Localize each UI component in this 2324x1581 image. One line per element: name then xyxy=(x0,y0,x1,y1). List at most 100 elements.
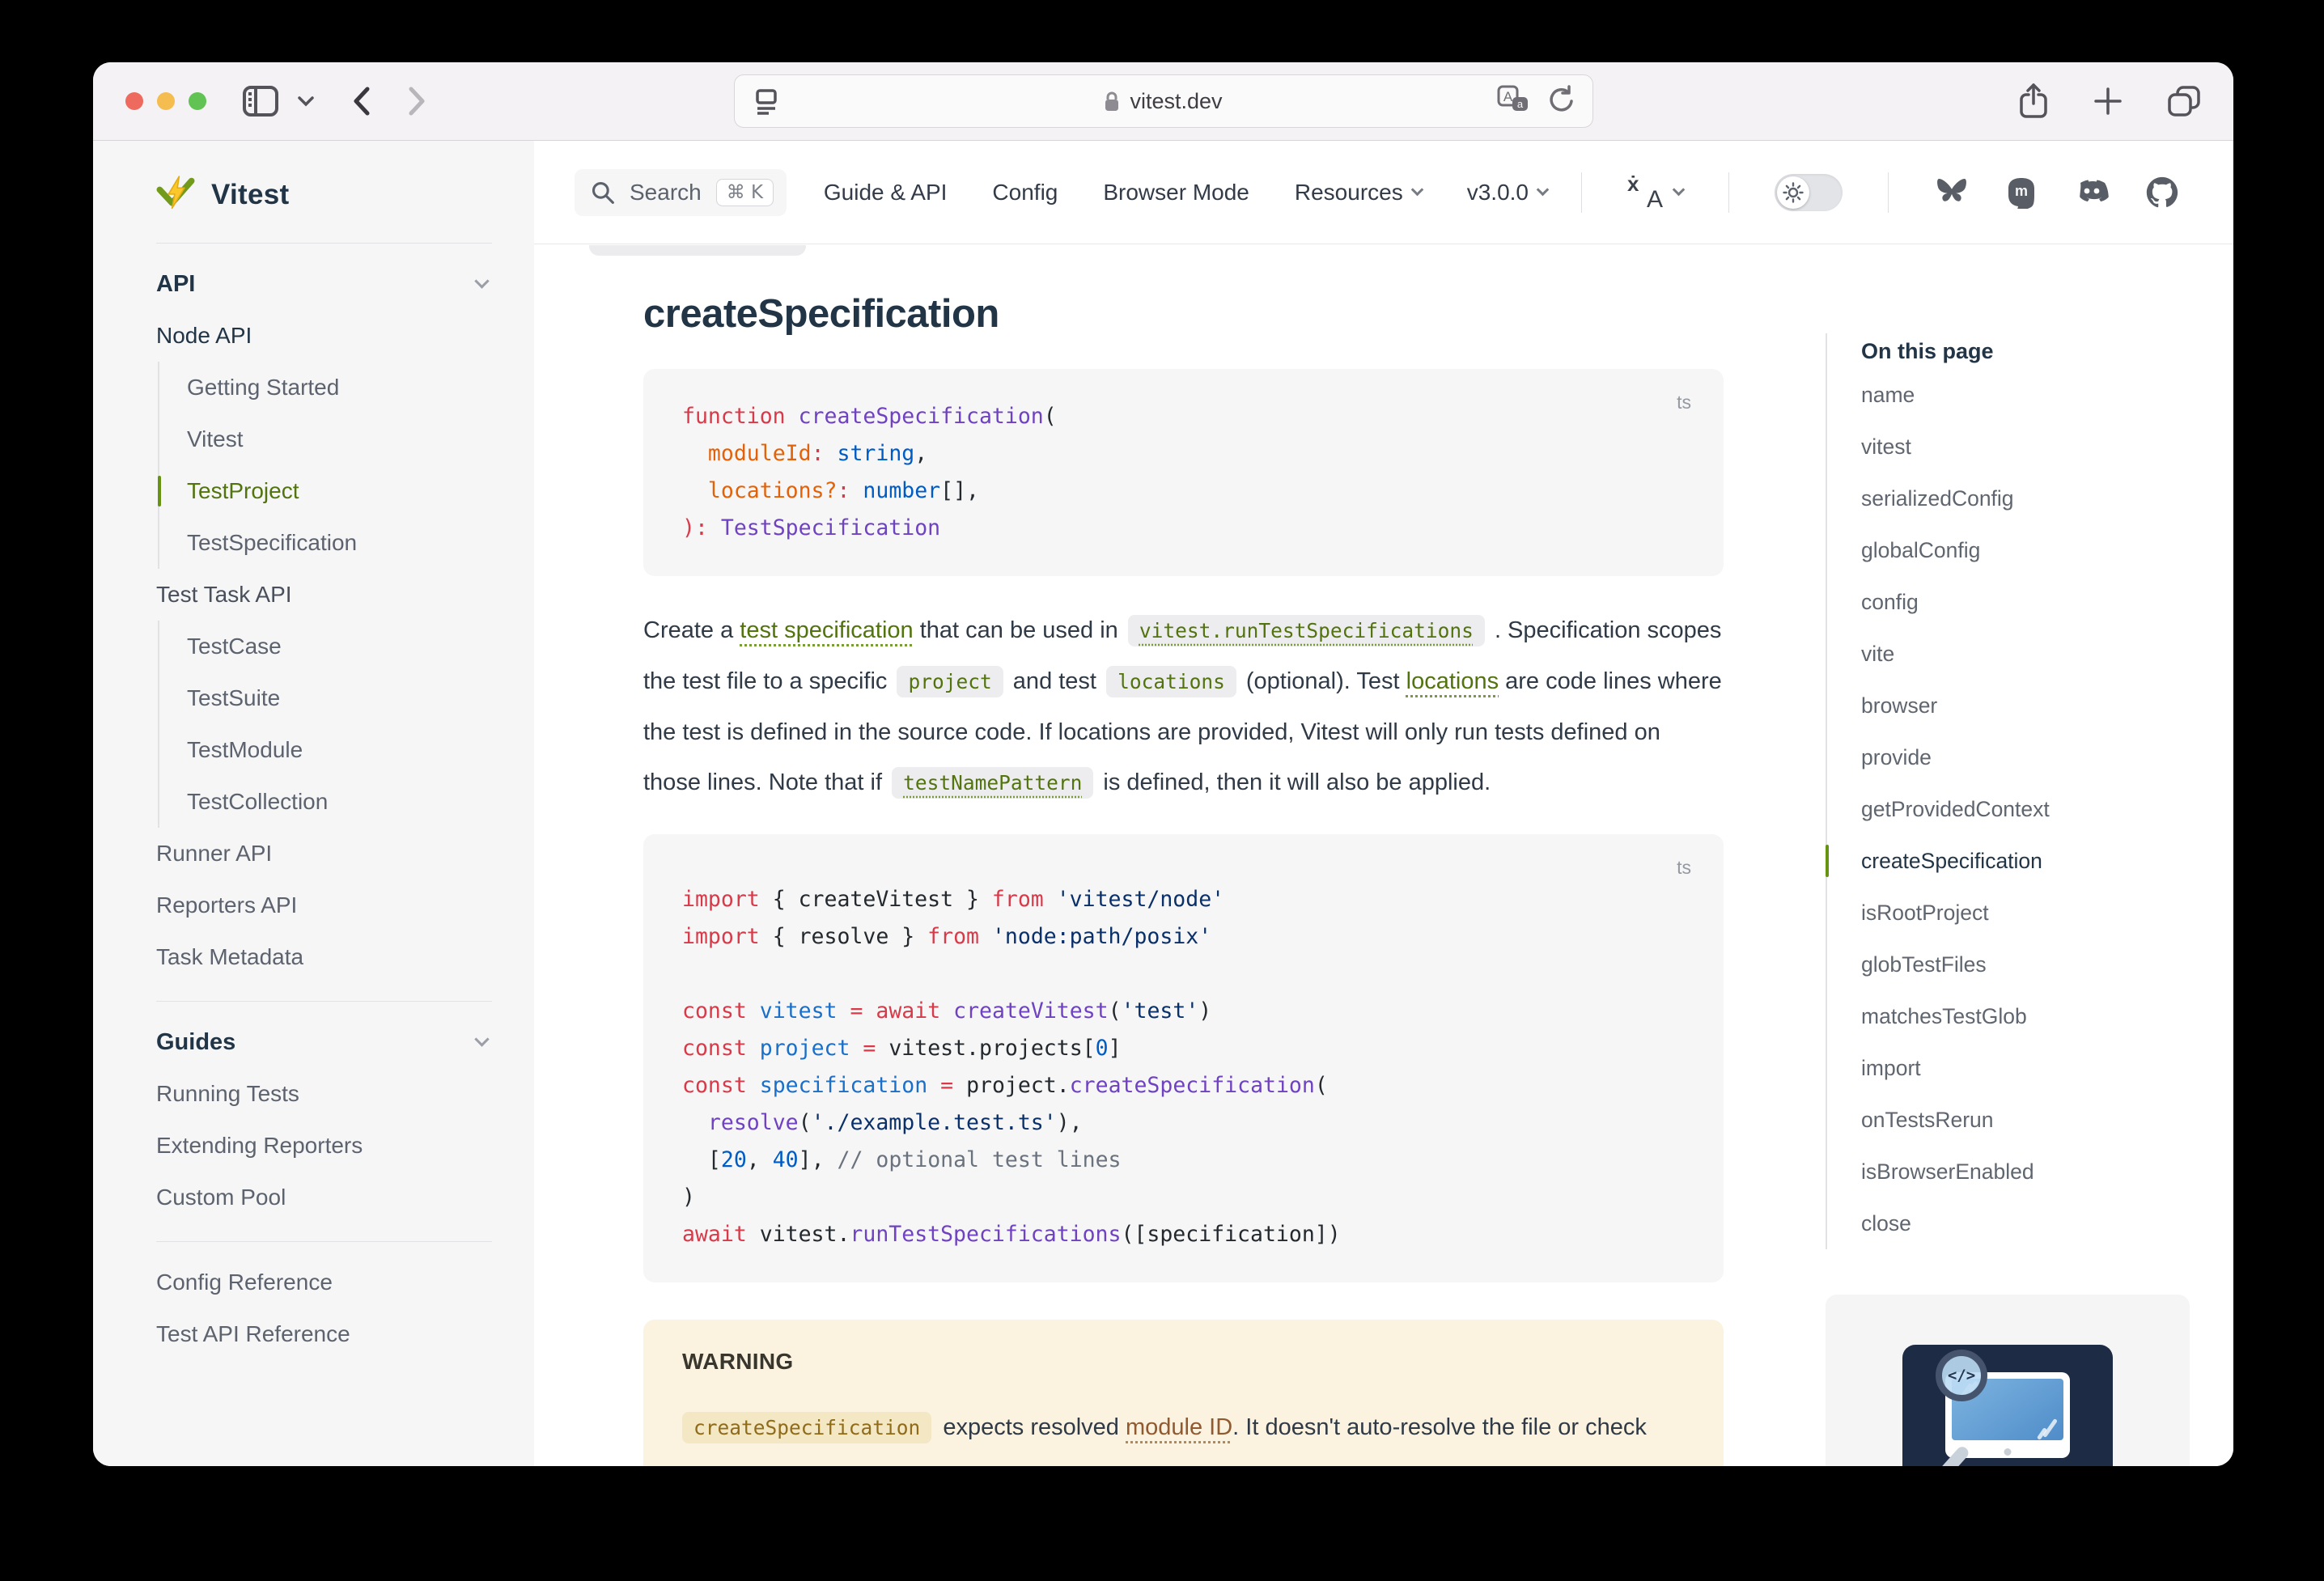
code-line: moduleId: string, xyxy=(682,435,1685,473)
toc-item-globalconfig[interactable]: globalConfig xyxy=(1861,524,2190,576)
sidebar-item-testsuite[interactable]: TestSuite xyxy=(187,672,492,724)
sidebar-item-task-metadata[interactable]: Task Metadata xyxy=(156,931,492,983)
sidebar-item-vitest[interactable]: Vitest xyxy=(187,413,492,465)
discord-icon[interactable] xyxy=(2073,178,2110,207)
sidebar-item-test-task-api[interactable]: Test Task API xyxy=(156,569,492,621)
ad-image: </> xyxy=(1902,1345,2113,1466)
sidebar-item-reporters-api[interactable]: Reporters API xyxy=(156,880,492,931)
sidebar-toggle-icon[interactable] xyxy=(242,85,279,117)
share-icon[interactable] xyxy=(2018,83,2049,120)
sidebar-divider xyxy=(156,1001,492,1002)
nav-divider xyxy=(1728,172,1729,213)
code-lines: function createSpecification( moduleId: … xyxy=(682,398,1685,547)
sidebar-item-config-reference[interactable]: Config Reference xyxy=(156,1257,492,1308)
back-icon[interactable] xyxy=(350,85,371,117)
page: Vitest APINode APIGetting StartedVitestT… xyxy=(93,141,2233,1466)
nav-link-label: Browser Mode xyxy=(1103,180,1249,206)
sidebar-item-testcollection[interactable]: TestCollection xyxy=(187,776,492,828)
chevron-down-icon xyxy=(1673,184,1686,197)
toc-item-isrootproject[interactable]: isRootProject xyxy=(1861,887,2190,939)
toc-item-browser[interactable]: browser xyxy=(1861,680,2190,731)
toc-item-config[interactable]: config xyxy=(1861,576,2190,628)
code-line: ) xyxy=(682,1179,1685,1216)
tab-overview-icon[interactable] xyxy=(2167,85,2201,117)
toc-item-ontestsrerun[interactable]: onTestsRerun xyxy=(1861,1094,2190,1146)
sidebar-item-getting-started[interactable]: Getting Started xyxy=(187,362,492,413)
sidebar-item-extending-reporters[interactable]: Extending Reporters xyxy=(156,1120,492,1172)
toc-item-name[interactable]: name xyxy=(1861,369,2190,421)
traffic-lights xyxy=(125,92,206,110)
toc-list: namevitestserializedConfigglobalConfigco… xyxy=(1861,369,2190,1249)
address-bar[interactable]: vitest.dev Aa xyxy=(734,74,1593,128)
minimize-button[interactable] xyxy=(157,92,175,110)
nav-link-label: Config xyxy=(992,180,1058,206)
link[interactable]: locations xyxy=(1406,668,1499,694)
link[interactable]: test specification xyxy=(740,617,913,643)
sidebar: Vitest APINode APIGetting StartedVitestT… xyxy=(93,141,534,1466)
toc-item-import[interactable]: import xyxy=(1861,1042,2190,1094)
sidebar-item-custom-pool[interactable]: Custom Pool xyxy=(156,1172,492,1223)
toc-item-isbrowserenabled[interactable]: isBrowserEnabled xyxy=(1861,1146,2190,1197)
nav-link-v3-0-0[interactable]: v3.0.0 xyxy=(1467,180,1547,206)
sidebar-item-testproject[interactable]: TestProject xyxy=(187,465,492,517)
sidebar-item-node-api[interactable]: Node API xyxy=(156,310,492,362)
toc-item-vitest[interactable]: vitest xyxy=(1861,421,2190,473)
vitest-logo-icon xyxy=(156,176,195,214)
github-icon[interactable] xyxy=(2146,176,2178,209)
zoom-button[interactable] xyxy=(189,92,206,110)
link[interactable]: module ID xyxy=(1126,1414,1232,1440)
brand[interactable]: Vitest xyxy=(156,165,492,225)
bluesky-icon[interactable] xyxy=(1934,177,1970,208)
language-button[interactable]: ẋA xyxy=(1627,175,1683,210)
chevron-down-icon xyxy=(474,1032,489,1046)
forward-icon[interactable] xyxy=(407,85,428,117)
toc-item-getprovidedcontext[interactable]: getProvidedContext xyxy=(1861,783,2190,835)
main: Search ⌘ K Guide & API Config Browser Mode… xyxy=(534,141,2233,1466)
nav-link-config[interactable]: Config xyxy=(992,180,1058,206)
search-button[interactable]: Search ⌘ K xyxy=(575,169,787,216)
nav-divider xyxy=(1581,172,1582,213)
nav-link-resources[interactable]: Resources xyxy=(1295,180,1422,206)
toc-item-createspecification[interactable]: createSpecification xyxy=(1861,835,2190,887)
theme-toggle[interactable] xyxy=(1775,174,1843,211)
mastodon-icon[interactable]: m xyxy=(2005,176,2038,209)
nav-link-guide-api[interactable]: Guide & API xyxy=(824,180,948,206)
sidebar-chevron-icon[interactable] xyxy=(297,95,315,107)
url-text-wrap: vitest.dev xyxy=(735,89,1592,114)
ad-card[interactable]: </> xyxy=(1826,1295,2190,1466)
nav-link-browser-mode[interactable]: Browser Mode xyxy=(1103,180,1249,206)
sidebar-section-guides[interactable]: Guides xyxy=(156,1016,492,1068)
toc-item-globtestfiles[interactable]: globTestFiles xyxy=(1861,939,2190,990)
code-block-signature[interactable]: ts function createSpecification( moduleI… xyxy=(643,369,1724,576)
close-button[interactable] xyxy=(125,92,143,110)
toc-item-provide[interactable]: provide xyxy=(1861,731,2190,783)
new-tab-icon[interactable] xyxy=(2093,86,2123,117)
inline-code-link[interactable]: vitest.runTestSpecifications xyxy=(1128,615,1485,646)
chevron-down-icon xyxy=(474,273,489,288)
sidebar-item-test-api-reference[interactable]: Test API Reference xyxy=(156,1308,492,1360)
toc: On this page namevitestserializedConfigg… xyxy=(1826,333,2190,1249)
toc-item-vite[interactable]: vite xyxy=(1861,628,2190,680)
chevron-down-icon xyxy=(1410,184,1423,197)
code-block-example[interactable]: ts import { createVitest } from 'vitest/… xyxy=(643,834,1724,1282)
code-line: await vitest.runTestSpecifications([spec… xyxy=(682,1216,1685,1253)
aside: On this page namevitestserializedConfigg… xyxy=(1826,244,2190,1466)
sidebar-item-runner-api[interactable]: Runner API xyxy=(156,828,492,880)
brand-name: Vitest xyxy=(211,179,289,211)
code-line: const specification = project.createSpec… xyxy=(682,1067,1685,1104)
toc-item-serializedconfig[interactable]: serializedConfig xyxy=(1861,473,2190,524)
warning-body-clipped: that it exists on the file system. xyxy=(682,1453,1685,1466)
nav-link-label: Resources xyxy=(1295,180,1403,206)
window-actions xyxy=(2018,83,2201,120)
sidebar-item-testmodule[interactable]: TestModule xyxy=(187,724,492,776)
inline-code-link[interactable]: testNamePattern xyxy=(892,767,1093,799)
sidebar-section-api[interactable]: API xyxy=(156,258,492,310)
sidebar-item-testcase[interactable]: TestCase xyxy=(187,621,492,672)
nav-links: Guide & API Config Browser Mode Resources v3… xyxy=(824,172,2178,213)
sidebar-item-running-tests[interactable]: Running Tests xyxy=(156,1068,492,1120)
sidebar-item-testspecification[interactable]: TestSpecification xyxy=(187,517,492,569)
toc-item-close[interactable]: close xyxy=(1861,1197,2190,1249)
language-icon: ẋA xyxy=(1627,175,1663,210)
toc-item-matchestestglob[interactable]: matchesTestGlob xyxy=(1861,990,2190,1042)
code-line: function createSpecification( xyxy=(682,398,1685,435)
